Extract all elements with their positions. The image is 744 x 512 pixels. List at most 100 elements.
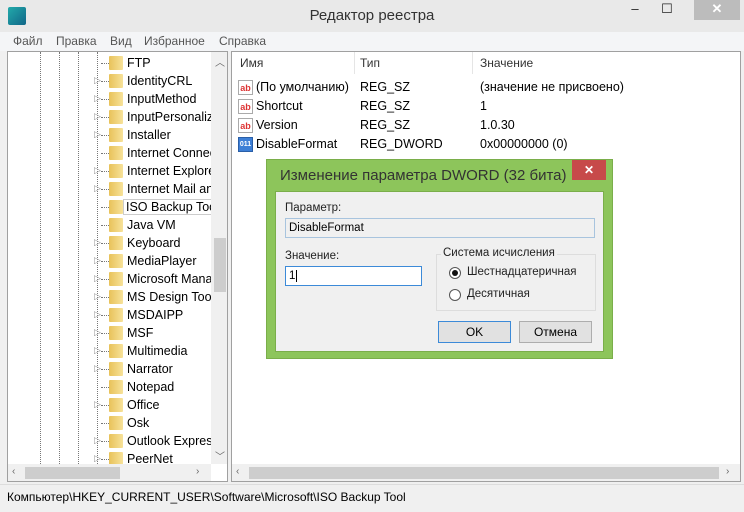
tree-horizontal-scrollbar[interactable]: ‹ › [8,464,211,481]
expand-arrow-icon[interactable]: ▷ [94,183,101,194]
tree-item[interactable]: Java VM [8,216,213,234]
scroll-right-icon[interactable]: › [726,466,729,477]
tree-connector [101,153,109,154]
expand-arrow-icon[interactable]: ▷ [94,435,101,446]
expand-arrow-icon[interactable]: ▷ [94,327,101,338]
expand-arrow-icon[interactable]: ▷ [94,273,101,284]
tree-item[interactable]: ▷ MS Design Tool [8,288,213,306]
tree-item[interactable]: ▷ InputPersonaliz [8,108,213,126]
text-cursor [296,270,298,282]
tree-item[interactable]: ▷ InputMethod [8,90,213,108]
value-row[interactable]: 011 DisableFormat REG_DWORD 0x00000000 (… [238,135,738,154]
dialog-close-button[interactable]: ✕ [572,160,606,180]
tree-item[interactable]: ▷ Multimedia [8,342,213,360]
hex-radio[interactable] [449,267,461,279]
tree-item[interactable]: ▷ Microsoft Mana [8,270,213,288]
expand-arrow-icon[interactable]: ▷ [94,75,101,86]
value-type: REG_SZ [360,80,411,94]
decimal-radio[interactable] [449,289,461,301]
scroll-right-icon[interactable]: › [196,466,199,477]
column-divider[interactable] [354,52,355,74]
scroll-thumb[interactable] [214,238,226,292]
tree-item[interactable]: ▷ MediaPlayer [8,252,213,270]
param-name-field: DisableFormat [285,218,595,238]
tree-item[interactable]: ▷ Installer [8,126,213,144]
menu-file[interactable]: Файл [13,34,43,48]
menu-help[interactable]: Справка [219,34,266,48]
string-value-icon: ab [238,99,253,114]
tree-item[interactable]: ▷ Office [8,396,213,414]
value-data: (значение не присвоено) [480,80,624,94]
tree-item[interactable]: ▷ Narrator [8,360,213,378]
expand-arrow-icon[interactable]: ▷ [94,399,101,410]
folder-icon [109,326,123,340]
value-input[interactable]: 1 [285,266,422,286]
cancel-button[interactable]: Отмена [519,321,592,343]
hex-label[interactable]: Шестнадцатеричная [467,266,576,278]
scroll-left-icon[interactable]: ‹ [236,466,239,477]
expand-arrow-icon[interactable]: ▷ [94,165,101,176]
tree-item-label: MSF [127,326,154,340]
list-horizontal-scrollbar[interactable]: ‹ › [232,464,740,481]
tree-item[interactable]: Osk [8,414,213,432]
scroll-down-icon[interactable]: ﹀ [215,448,225,463]
expand-arrow-icon[interactable]: ▷ [94,309,101,320]
expand-arrow-icon[interactable]: ▷ [94,291,101,302]
tree-connector [101,369,109,370]
tree-item[interactable]: ▷ IdentityCRL [8,72,213,90]
maximize-button[interactable]: ☐ [652,0,682,20]
tree-item[interactable]: ▷ Keyboard [8,234,213,252]
scroll-up-icon[interactable]: ︿ [215,54,225,69]
column-header-name[interactable]: Имя [240,56,263,70]
tree-item[interactable]: ▷ Internet Explore [8,162,213,180]
tree-item[interactable]: ISO Backup Too [8,198,213,216]
key-tree[interactable]: FTP ▷ IdentityCRL ▷ InputMethod ▷ InputPersona… [7,51,228,482]
tree-vertical-scrollbar[interactable]: ︿ ﹀ [211,52,227,464]
tree-item[interactable]: ▷ Outlook Express [8,432,213,450]
decimal-label[interactable]: Десятичная [467,288,530,300]
folder-icon [109,344,123,358]
minimize-button[interactable]: – [620,0,650,20]
value-name: Shortcut [256,99,303,113]
scroll-left-icon[interactable]: ‹ [12,466,15,477]
value-row[interactable]: ab Version REG_SZ 1.0.30 [238,116,738,135]
tree-item-label: Microsoft Mana [127,272,213,286]
expand-arrow-icon[interactable]: ▷ [94,345,101,356]
tree-item[interactable]: ▷ MSDAIPP [8,306,213,324]
folder-icon [109,236,123,250]
dialog-title: Изменение параметра DWORD (32 бита) [280,167,567,184]
expand-arrow-icon[interactable]: ▷ [94,237,101,248]
tree-connector [101,189,109,190]
expand-arrow-icon[interactable]: ▷ [94,111,101,122]
tree-connector [101,315,109,316]
value-row[interactable]: ab Shortcut REG_SZ 1 [238,97,738,116]
column-header-type[interactable]: Тип [360,56,380,70]
expand-arrow-icon[interactable]: ▷ [94,255,101,266]
column-header-value[interactable]: Значение [480,56,533,70]
column-divider[interactable] [472,52,473,74]
tree-item[interactable]: ▷ MSF [8,324,213,342]
menu-edit[interactable]: Правка [56,34,97,48]
scroll-thumb[interactable] [25,467,120,479]
expand-arrow-icon[interactable]: ▷ [94,93,101,104]
scroll-thumb[interactable] [249,467,719,479]
tree-item[interactable]: Notepad [8,378,213,396]
tree-item[interactable]: Internet Connec [8,144,213,162]
folder-icon [109,362,123,376]
menu-view[interactable]: Вид [110,34,132,48]
tree-item[interactable]: ▷ Internet Mail an [8,180,213,198]
ok-button[interactable]: OK [438,321,511,343]
folder-icon [109,146,123,160]
menu-favorites[interactable]: Избранное [144,34,205,48]
tree-item[interactable]: FTP [8,54,213,72]
tree-connector [101,63,109,64]
expand-arrow-icon[interactable]: ▷ [94,129,101,140]
folder-icon [109,398,123,412]
binary-value-icon: 011 [238,137,253,152]
close-button[interactable]: ✕ [694,0,740,20]
value-row[interactable]: ab (По умолчанию) REG_SZ (значение не пр… [238,78,738,97]
expand-arrow-icon[interactable]: ▷ [94,363,101,374]
title-bar: Редактор реестра – ☐ ✕ [0,0,744,32]
expand-arrow-icon[interactable]: ▷ [94,453,101,464]
tree-item-label: Java VM [127,218,176,232]
